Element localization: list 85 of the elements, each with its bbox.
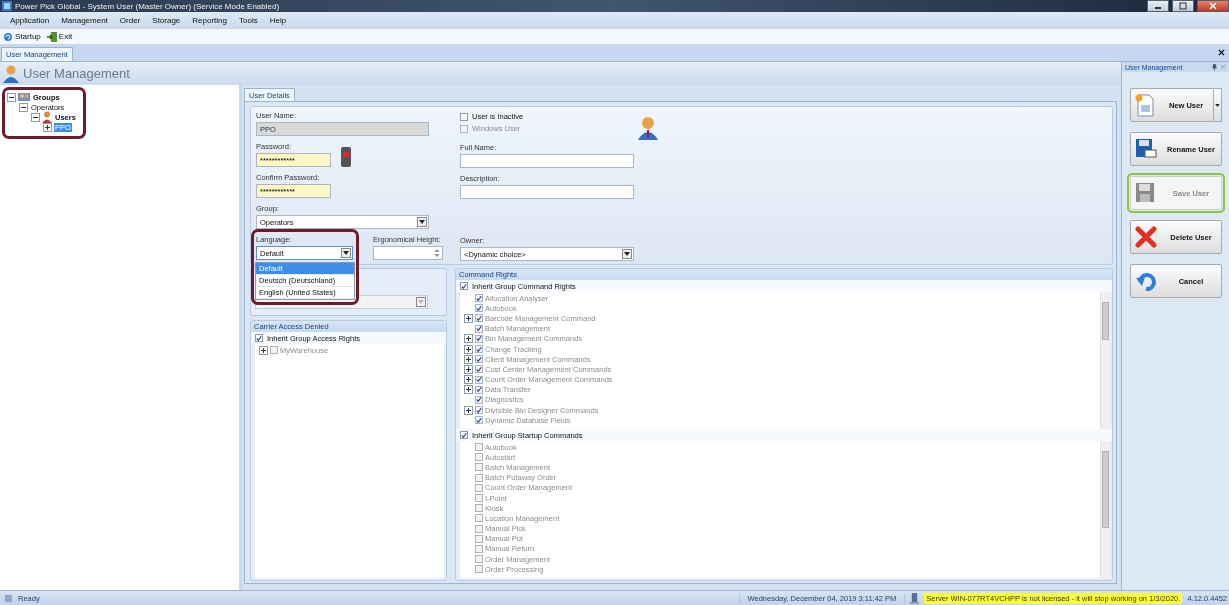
people-icon [18,92,30,102]
scanner-icon [341,147,351,167]
expand-icon[interactable] [43,122,52,132]
delete-icon [1135,226,1157,248]
checkbox[interactable] [475,314,483,323]
checkbox[interactable] [475,514,483,523]
maximize-button[interactable] [1172,0,1194,12]
expand-icon[interactable] [464,313,473,323]
text-field[interactable] [460,154,634,168]
close-button[interactable] [1197,0,1229,12]
checkbox[interactable] [460,112,468,121]
window-title: Power Pick Global - System User (Master Owner) (Service Mode Enabled) [15,1,280,11]
checkbox[interactable] [475,304,483,313]
checkbox[interactable] [475,463,483,472]
floppy-disk-icon [1135,138,1157,160]
toolbar-button[interactable]: Startup [3,31,41,42]
spin-arrows-icon[interactable] [434,248,440,258]
checkbox[interactable] [475,324,483,333]
checkbox[interactable] [475,504,483,513]
exit-icon [46,31,57,42]
close-icon[interactable] [1218,49,1225,56]
checkbox[interactable] [475,524,483,533]
undo-arrow-icon [1135,270,1157,292]
checkbox[interactable] [475,294,483,303]
server-icon [910,592,920,604]
menu-item[interactable]: Storage [146,16,187,25]
checkbox[interactable] [475,555,483,564]
collapse-icon[interactable] [7,92,16,102]
dropdown-button[interactable] [1214,88,1222,122]
person-icon [3,64,19,83]
checkbox[interactable] [475,406,483,415]
checkbox[interactable] [460,282,468,290]
expand-icon[interactable] [464,354,473,364]
checkbox[interactable] [475,453,483,462]
expand-icon[interactable] [464,405,473,415]
expand-icon[interactable] [464,375,473,385]
checkbox[interactable] [475,534,483,543]
menu-item[interactable]: Application [4,16,56,25]
checkbox[interactable] [475,494,483,503]
person-icon [638,116,658,140]
checkbox[interactable] [475,416,483,425]
status-icon [4,593,13,603]
checkbox[interactable] [270,346,278,355]
checkbox[interactable] [475,345,483,354]
menu-item[interactable]: Tools [233,16,264,25]
expand-icon[interactable] [464,334,473,344]
app-icon [2,1,12,11]
dropdown-arrow-icon[interactable] [343,251,349,255]
new-document-icon [1135,93,1155,117]
scrollbar[interactable] [1100,441,1110,578]
person-icon [42,111,52,123]
scrollbar[interactable] [1100,292,1110,429]
menu-item[interactable]: Help [263,16,293,25]
checkbox[interactable] [475,365,483,374]
minimize-button[interactable] [1147,0,1169,12]
checkbox[interactable] [460,431,468,439]
checkbox[interactable] [475,375,483,384]
dropdown-arrow-icon[interactable] [624,252,630,256]
collapse-icon[interactable] [19,102,28,112]
number-field[interactable] [373,246,443,260]
checkbox[interactable] [475,473,483,482]
checkbox[interactable] [475,544,483,553]
text-field[interactable] [460,185,634,199]
toolbar-button[interactable]: Exit [46,31,73,42]
expand-icon[interactable] [464,385,473,395]
caret-icon[interactable] [1215,103,1220,107]
maximize-icon[interactable] [1179,2,1187,10]
checkbox[interactable] [475,443,483,452]
expand-icon[interactable] [259,345,268,355]
dropdown-arrow-icon[interactable] [419,220,425,224]
collapse-icon[interactable] [31,112,40,122]
checkbox[interactable] [475,355,483,364]
checkbox[interactable] [475,334,483,343]
checkbox[interactable] [255,334,263,342]
pin-icon[interactable] [1212,63,1217,71]
menu-item[interactable]: Management [55,16,114,25]
expand-icon[interactable] [464,344,473,354]
page-title: User Management [23,66,130,81]
checkbox[interactable] [475,385,483,394]
expand-icon[interactable] [464,364,473,374]
menu-item[interactable]: Order [113,16,147,25]
checkbox[interactable] [475,483,483,492]
menu-item[interactable]: Reporting [186,16,233,25]
checkbox[interactable] [475,395,483,404]
checkbox[interactable] [475,565,483,574]
